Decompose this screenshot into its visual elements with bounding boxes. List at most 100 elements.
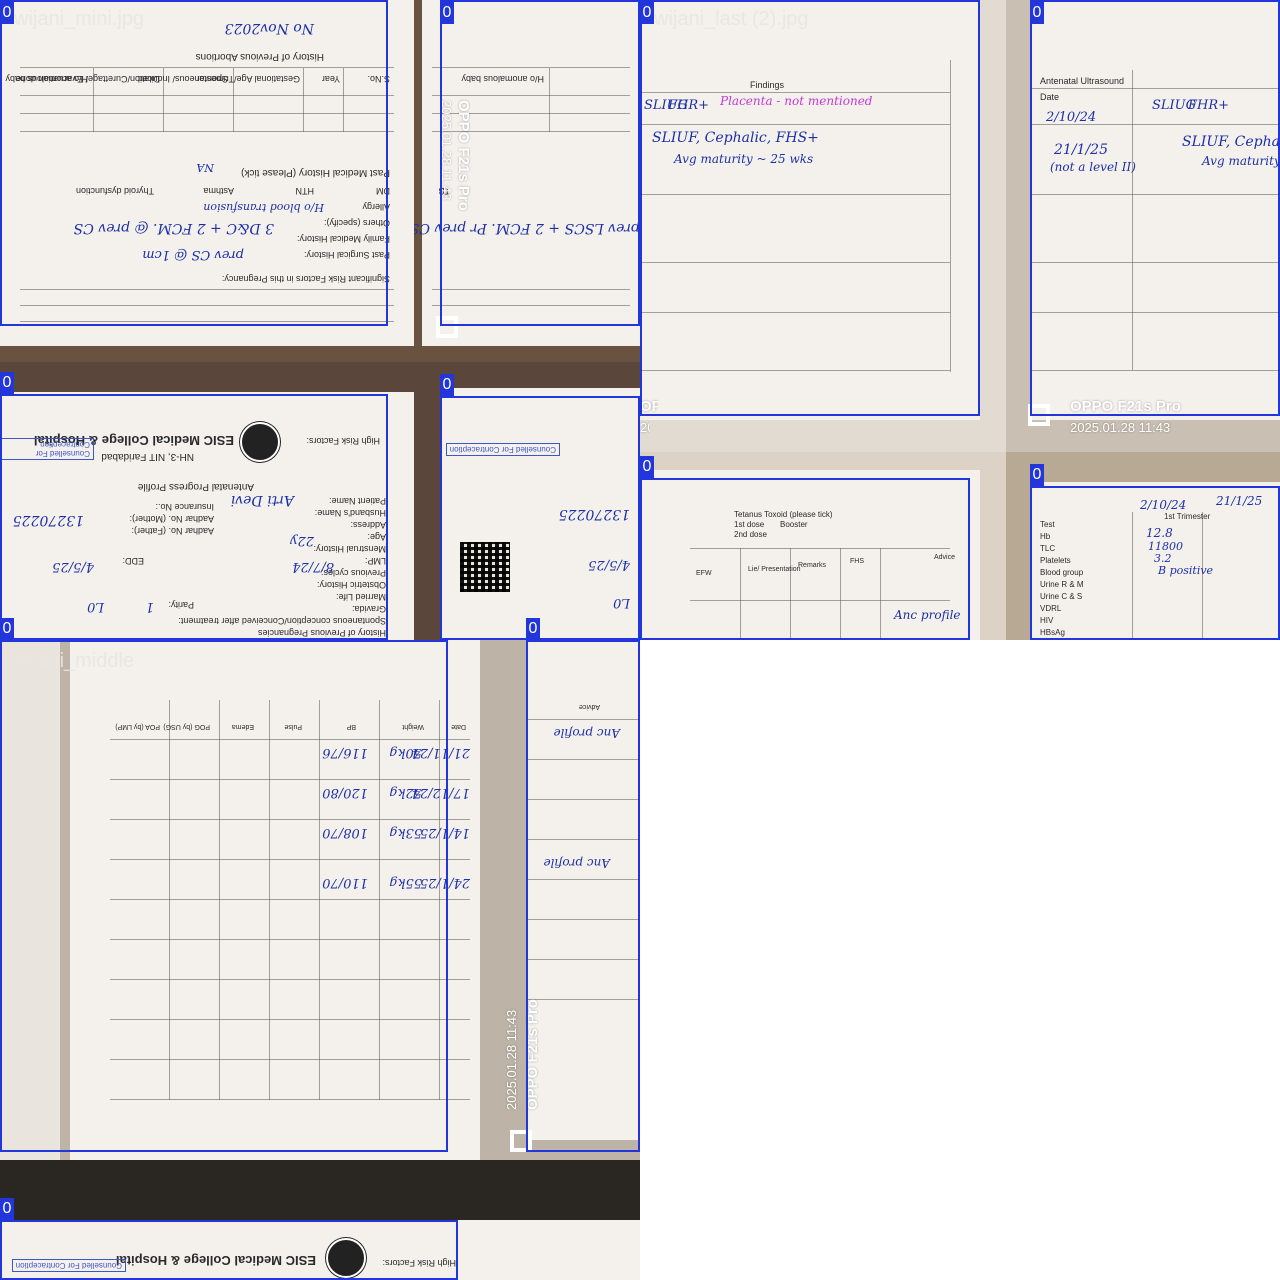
col-date: Date <box>451 723 466 730</box>
hw-date-row3: 14/1/25 <box>419 825 470 840</box>
dm-label: DM <box>376 186 390 196</box>
camera-watermark-logo-icon <box>436 316 458 338</box>
booster-label: Booster <box>780 520 808 529</box>
detection-class-label: 0 <box>640 2 654 24</box>
detection-class-label: 0 <box>440 2 454 24</box>
tlc-label: TLC <box>1040 544 1056 553</box>
stamp-counselled: Counselled For Contraception <box>0 438 94 460</box>
col-weight: Weight <box>402 723 424 730</box>
patient-name-label: Patient Name: <box>328 496 386 506</box>
stamp-counselled: Counselled For Contraception <box>11 1259 126 1272</box>
past-medical-label: Past Medical History (Please tick) <box>241 167 390 178</box>
hw-blood: B positive <box>1158 564 1214 577</box>
detection-class-label: 0 <box>440 374 454 396</box>
form-page: History of Previous Abortions S.No. Year… <box>0 0 414 346</box>
hw-insurance: 13270225 <box>12 512 84 528</box>
date-label: Date <box>1040 92 1060 102</box>
filename-label: wijani_middle <box>14 650 135 672</box>
form-page: ESIC Medical College & Hospital NH-3, NI… <box>0 392 414 640</box>
detection-class-label: 0 <box>640 456 654 478</box>
hw-sliuf: SLIUF, Cephalic, FHS+ <box>1182 134 1280 150</box>
husband-name-label: Husband's Name: <box>314 508 386 518</box>
obstetric-label: Obstetric History: <box>316 580 386 590</box>
hw-date1: 2/10/24 <box>1140 498 1187 512</box>
camera-watermark-datetime: 2025.01.28 11:43 <box>439 100 454 201</box>
edd-label: EDD: <box>122 556 144 566</box>
mosaic-tile-4: Antenatal Ultrasound Date 2/10/24 21/1/2… <box>1006 0 1280 452</box>
allergy-label: Allergy <box>362 202 390 212</box>
antenatal-profile-label: Antenatal Progress Profile <box>137 481 254 492</box>
form-page: Date Weight BP Pulse Edema POG (by USG) … <box>70 640 480 1160</box>
camera-watermark-device: OPPO F21s Pro <box>455 100 472 211</box>
hw-weight2: 52kg <box>389 785 422 800</box>
col-bp: BP <box>346 723 356 730</box>
urine-re-label: Urine R & M <box>1040 580 1084 589</box>
detection-class-label: 0 <box>0 372 14 394</box>
address-label: Address: <box>350 520 386 530</box>
hw-weight1: 50kg <box>389 745 422 760</box>
hw-avg-maturity: Avg maturity ~ 25 wks <box>674 152 814 166</box>
col-edema: Edema <box>231 723 254 730</box>
hw-date2: 21/1/25 <box>1054 142 1108 158</box>
high-risk-label: High Risk Factors: <box>306 436 380 446</box>
others-label: Others (specify): <box>323 218 390 228</box>
hw-bp4: 110/70 <box>322 875 368 890</box>
history-prev-preg-label: History of Previous Pregnancies <box>257 628 386 638</box>
camera-watermark-datetime: 2025.01.28 11:43 <box>504 1009 519 1110</box>
hw-date2: 21/1/25 <box>1216 494 1263 508</box>
hw-age: 22y <box>290 533 314 548</box>
hw-bp3: 108/70 <box>322 825 368 840</box>
hw-edd: 4/5/25 <box>52 559 94 574</box>
past-surgical-label: Past Surgical History: <box>303 250 390 260</box>
hw-advice: Anc profile <box>894 608 961 622</box>
col-sno: S.No. <box>367 74 390 84</box>
mosaic-tile-10: Advice Anc profile Anc profile OPPO F21s… <box>486 640 640 1280</box>
col-hio: H/o anomalous baby <box>5 74 88 84</box>
hw-date1: 2/10/24 <box>1046 110 1097 125</box>
hw-weight4: 55kg <box>389 875 422 890</box>
platelets-label: Platelets <box>1040 556 1071 565</box>
test-label: Test <box>1040 520 1055 529</box>
hw-date-row4: 24/1/25 <box>419 875 470 890</box>
efw-label: EFW <box>696 570 712 577</box>
mosaic-tile-7: Tetanus Toxoid (please tick) 1st dose 2n… <box>640 452 1006 640</box>
mosaic-tile-8: Test Hb TLC Platelets Blood group Urine … <box>1006 452 1280 640</box>
hw-lmp: 8/7/24 <box>292 559 334 574</box>
mosaic-tile-9: Date Weight BP Pulse Edema POG (by USG) … <box>0 640 486 1280</box>
filename-label: wijani_last (2).jpg <box>654 8 809 30</box>
camera-watermark-device: OPPO F21s Pro <box>524 999 541 1110</box>
form-page: Test Hb TLC Platelets Blood group Urine … <box>1032 482 1280 640</box>
blood-group-label: Blood group <box>1040 568 1084 577</box>
hiv-label: HIV <box>1040 616 1054 625</box>
mosaic-tile-5: ESIC Medical College & Hospital NH-3, NI… <box>0 362 414 640</box>
age-label: Age: <box>367 532 386 542</box>
hw-fhr: FHR+ <box>668 98 710 113</box>
gravida-label: Gravida: <box>351 604 386 614</box>
hw-sliuf: SLIUF, Cephalic, FHS+ <box>652 130 819 146</box>
form-page: Antenatal Ultrasound Date 2/10/24 21/1/2… <box>1032 0 1280 420</box>
advice-label: Advice <box>934 554 956 561</box>
hw-parity: 1 <box>145 599 154 614</box>
aadhar-father-label: Aadhar No. (Father): <box>131 526 214 536</box>
hw-living: L0 <box>87 599 104 614</box>
camera-watermark-datetime: 2025.01.28 11:43 <box>1070 420 1171 435</box>
hw-advice: Anc profile <box>553 726 620 740</box>
remarks-label: Remarks <box>798 562 827 569</box>
lmp-label: LMP: <box>364 556 386 566</box>
hw-advice: Anc profile <box>543 856 610 870</box>
form-page: Counselled For Contraception 13270225 4/… <box>440 388 640 640</box>
mosaic-tile-3: Findings SLIUG FHR+ Placenta - not menti… <box>640 0 1006 452</box>
qr-code-icon <box>460 542 510 592</box>
col-advice: Advice <box>578 703 600 710</box>
form-page: Tetanus Toxoid (please tick) 1st dose 2n… <box>640 470 980 640</box>
stamp-counselled: Counselled For Contraception <box>445 443 560 456</box>
hw-insurance: 13270225 <box>558 506 630 522</box>
detection-class-label: 0 <box>0 1198 14 1220</box>
filename-label: wijani_mini.jpg <box>14 8 145 30</box>
form-page <box>486 1220 640 1280</box>
hw-bp1: 116/76 <box>322 745 368 760</box>
detection-class-label: 0 <box>1030 464 1044 486</box>
form-page: ESIC Medical College & Hospital High Ris… <box>0 1220 486 1280</box>
thyroid-label: Thyroid dysfunction <box>75 186 154 196</box>
hw-placenta: Placenta - not mentioned <box>720 94 873 108</box>
